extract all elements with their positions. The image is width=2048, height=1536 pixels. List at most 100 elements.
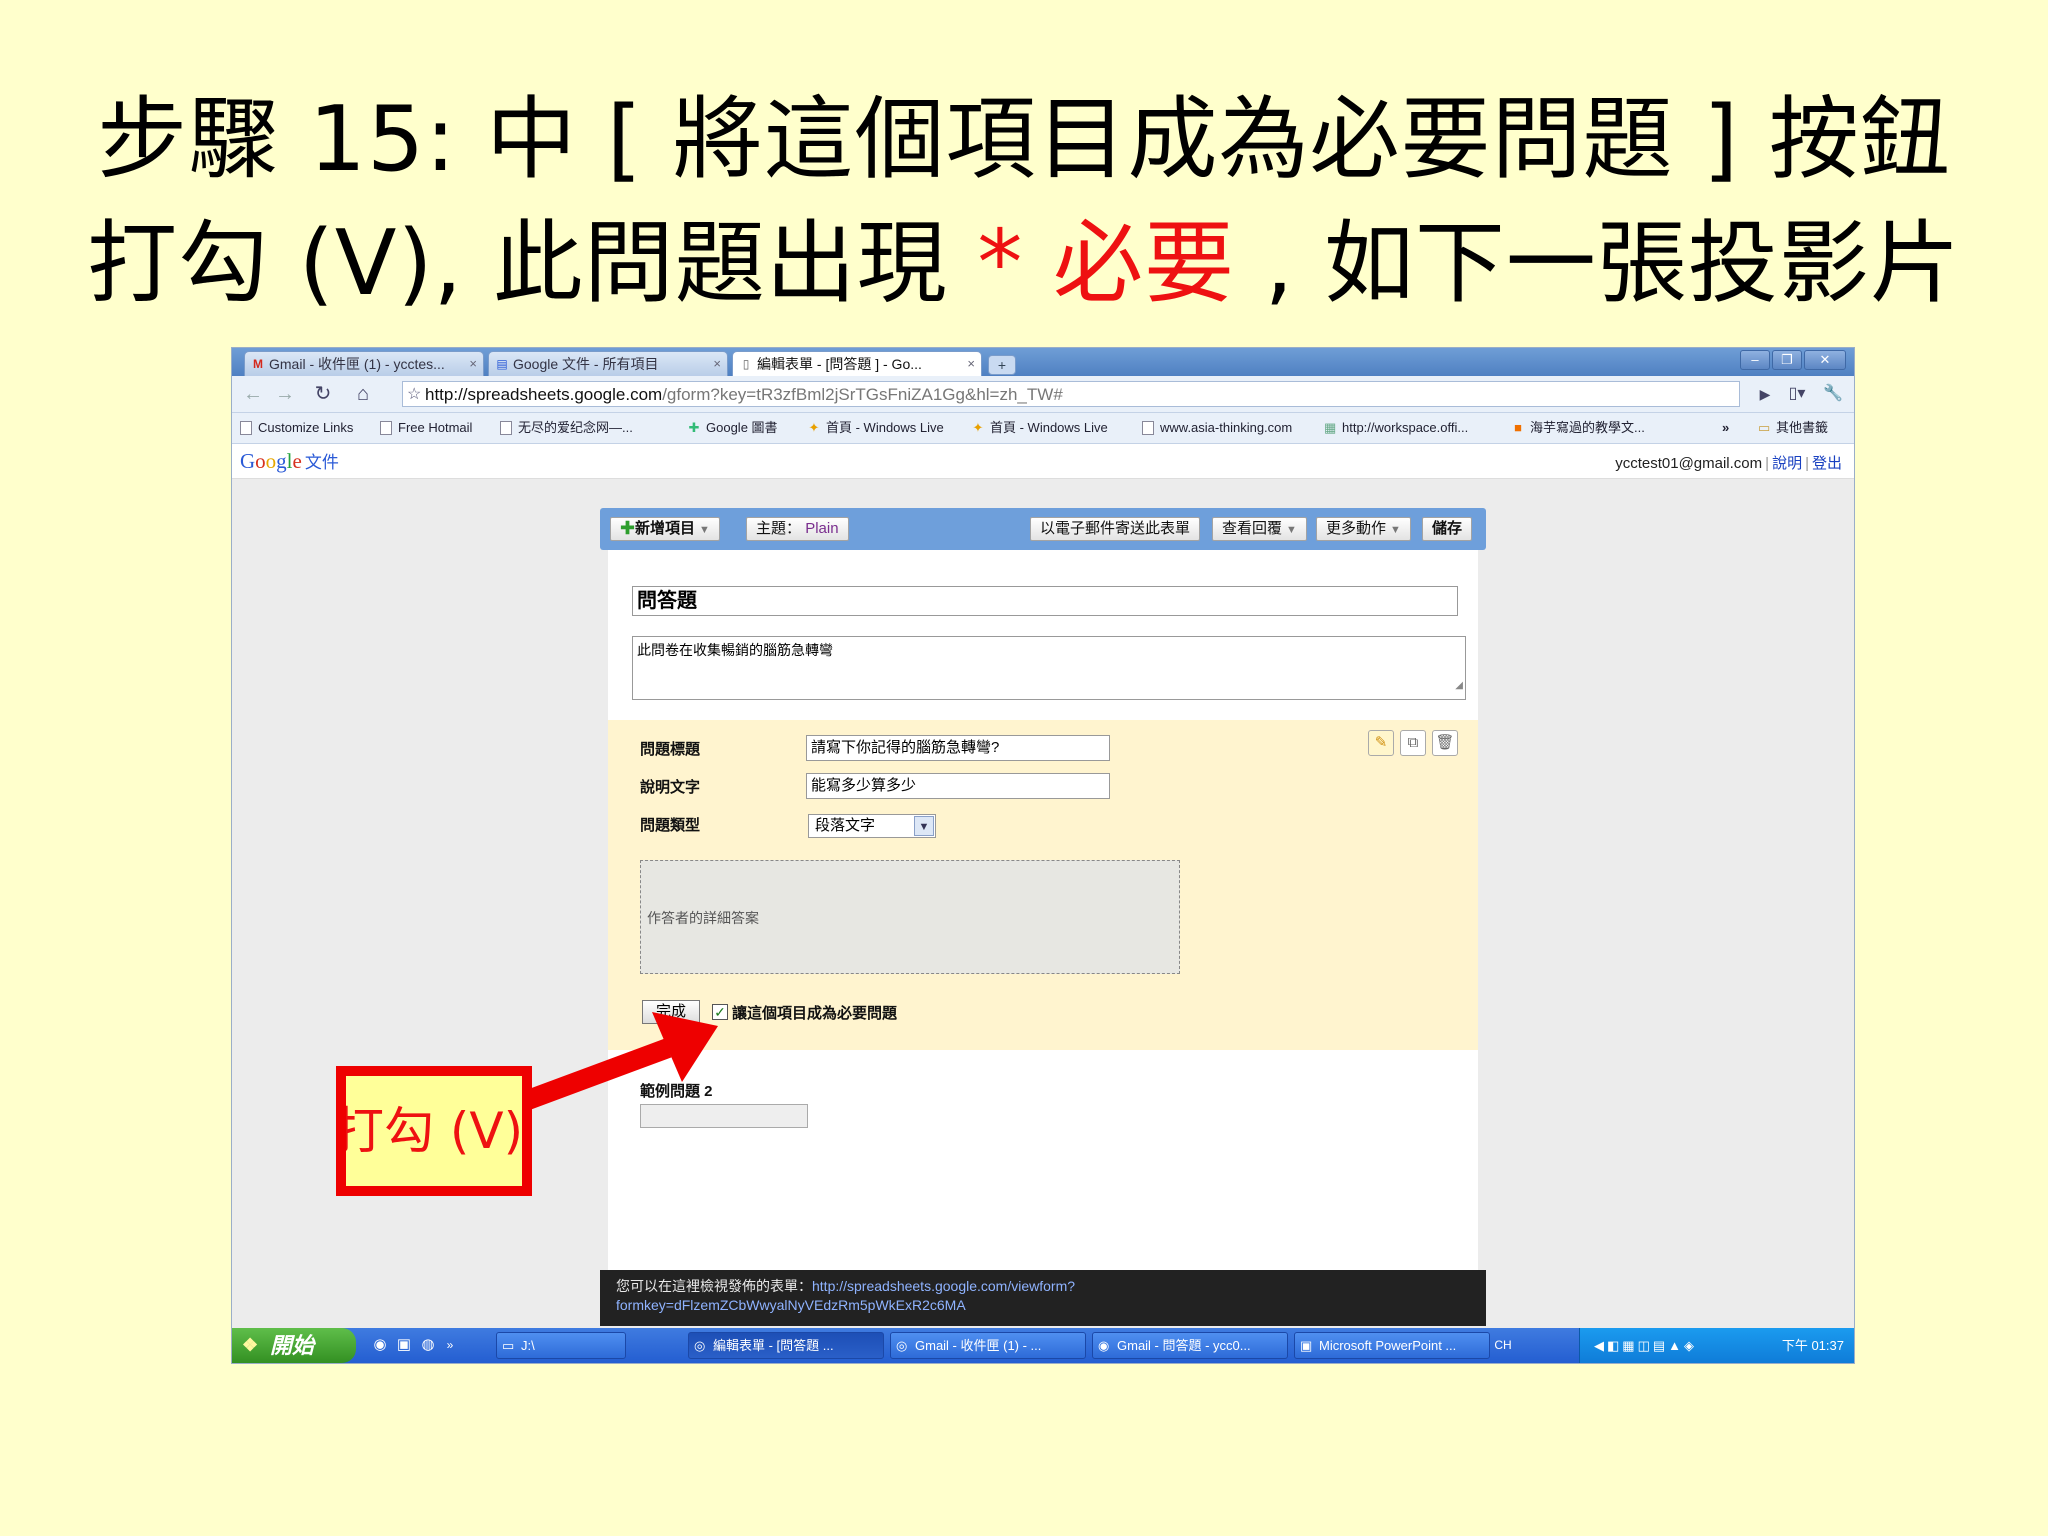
chevron-down-icon: ▼ [914, 816, 934, 836]
tab-google-docs[interactable]: ▤ Google 文件 - 所有項目 × [488, 351, 728, 376]
other-bookmarks[interactable]: ▭ 其他書籤 [1756, 413, 1828, 443]
page-menu-icon[interactable]: ▯▾ [1784, 382, 1810, 406]
browser-toolbar: ← → ↻ ⌂ ☆ http://spreadsheets.google.com… [232, 376, 1854, 413]
page-icon: ▯ [742, 357, 750, 371]
bookmark-item[interactable]: ✦ 首頁 - Windows Live [806, 413, 944, 443]
bookmark-item[interactable]: ✚ Google 圖書 [686, 413, 778, 443]
back-icon[interactable]: ← [240, 382, 266, 406]
language-indicator[interactable]: CH [1492, 1336, 1514, 1354]
help-text-label: 說明文字 [640, 779, 701, 796]
page-icon [240, 421, 252, 435]
system-tray: CH ◀◧▦◫▤▲◈ 下午 01:37 [1494, 1328, 1854, 1363]
question-editor: ✎ ⧉ 🗑 問題標題 請寫下你記得的腦筋急轉彎? 說明文字 能寫多少算多少 問題類型… [608, 720, 1478, 1050]
docs-icon: ▤ [496, 357, 508, 371]
bookmark-item[interactable]: 无尽的爱纪念网—... [498, 413, 633, 443]
slide-title-required-text: * 必要 [977, 211, 1235, 316]
email-form-button[interactable]: 以電子郵件寄送此表單 [1030, 517, 1201, 541]
play-icon[interactable]: ▶ [1752, 382, 1778, 406]
sample-question-input [640, 1104, 808, 1128]
start-button[interactable]: ❖ 開始 [232, 1328, 356, 1363]
windows-live-icon: ✦ [972, 420, 984, 435]
done-button[interactable]: 完成 [642, 1000, 700, 1024]
quicklaunch-icon[interactable]: ◉ [370, 1335, 390, 1355]
help-text-input[interactable]: 能寫多少算多少 [806, 773, 1110, 799]
close-icon[interactable]: × [713, 352, 721, 376]
form-description-input[interactable]: 此問卷在收集暢銷的腦筋急轉彎 ◢ [632, 636, 1466, 700]
chevron-down-icon: ▼ [1286, 524, 1297, 536]
quicklaunch-icon[interactable]: ◍ [418, 1335, 438, 1355]
home-icon[interactable]: ⌂ [350, 382, 376, 406]
published-form-link[interactable]: http://spreadsheets.google.com/viewform? [812, 1278, 1075, 1294]
required-checkbox[interactable]: ✓ [712, 1004, 728, 1020]
close-icon[interactable]: × [469, 352, 477, 376]
see-responses-button[interactable]: 查看回覆 ▼ [1212, 517, 1307, 541]
quicklaunch-icon[interactable]: ▣ [394, 1335, 414, 1355]
save-button[interactable]: 儲存 [1422, 517, 1473, 541]
theme-button[interactable]: 主題： Plain [746, 517, 849, 541]
folder-icon: ▭ [1758, 420, 1771, 435]
tab-gmail-label: Gmail - 收件匣 (1) - ycctes... [269, 356, 445, 372]
bookmarks-bar: Customize Links Free Hotmail 无尽的爱纪念网—...… [232, 413, 1854, 444]
tab-edit-form[interactable]: ▯ 編輯表單 - [問答題 ] - Go... × [732, 351, 982, 376]
taskbar-item[interactable]: ◎ Gmail - 收件匣 (1) - ... [890, 1332, 1086, 1359]
reload-icon[interactable]: ↻ [310, 382, 336, 406]
slide-title-line2-b: , 如下一張投影片 [1235, 211, 1961, 316]
window-close-button[interactable]: ✕ [1804, 350, 1846, 370]
restore-button[interactable]: ❐ [1772, 350, 1802, 370]
bookmark-item[interactable]: ✦ 首頁 - Windows Live [970, 413, 1108, 443]
url-host: http://spreadsheets.google.com [425, 385, 663, 404]
taskbar-folder[interactable]: ▭ J:\ [496, 1332, 626, 1359]
url-path: /gform?key=tR3zfBml2jSrTGsFniZA1Gg&hl=zh… [662, 385, 1063, 404]
browser-screenshot: M Gmail - 收件匣 (1) - ycctes... × ▤ Google… [232, 348, 1854, 1363]
question-tools: ✎ ⧉ 🗑 [1362, 730, 1458, 756]
taskbar-item[interactable]: ◎ 編輯表單 - [問答題 ... [688, 1332, 884, 1359]
required-checkbox-label[interactable]: 讓這個項目成為必要問題 [732, 1002, 897, 1023]
close-icon[interactable]: × [967, 352, 975, 376]
question-type-label: 問題類型 [640, 817, 701, 834]
bookmarks-overflow[interactable]: » [1722, 413, 1729, 443]
tab-gmail[interactable]: M Gmail - 收件匣 (1) - ycctes... × [244, 351, 484, 376]
add-item-button[interactable]: ✚新增項目 ▼ [610, 517, 720, 541]
published-form-bar: 您可以在這裡檢視發佈的表單：http://spreadsheets.google… [600, 1270, 1486, 1326]
form-title-input[interactable]: 問答題 [632, 586, 1458, 616]
window-controls: – ❐ ✕ [1738, 350, 1846, 370]
chevron-down-icon: ▼ [1390, 524, 1401, 536]
sample-question-title: 範例問題 2 [640, 1083, 713, 1100]
bookmark-item[interactable]: Free Hotmail [378, 413, 472, 443]
page-icon [500, 421, 512, 435]
slide-title-line2: 打勾 (V), 此問題出現 * 必要 , 如下一張投影片 [0, 202, 2048, 326]
slide-title: 步驟 15: 中 [ 將這個項目成為必要問題 ] 按鈕 打勾 (V), 此問題出… [0, 78, 2048, 326]
question-type-select[interactable]: 段落文字 ▼ [808, 814, 936, 838]
form-toolbar: ✚新增項目 ▼ 主題： Plain 以電子郵件寄送此表單 查看回覆 ▼ 更多動作 ▼ … [600, 508, 1486, 550]
google-docs-logo[interactable]: Google 文件 [240, 448, 339, 476]
bookmark-item[interactable]: ▦ http://workspace.offi... [1322, 413, 1468, 443]
bookmark-item[interactable]: Customize Links [238, 413, 353, 443]
address-bar[interactable]: ☆ http://spreadsheets.google.com/gform?k… [402, 381, 1740, 407]
tab-edit-form-label: 編輯表單 - [問答題 ] - Go... [757, 356, 922, 372]
taskbar-item[interactable]: ◉ Gmail - 問答題 - ycc0... [1092, 1332, 1288, 1359]
trash-icon[interactable]: 🗑 [1432, 730, 1458, 756]
tray-icons[interactable]: ◀◧▦◫▤▲◈ [1594, 1328, 1697, 1363]
question-title-input[interactable]: 請寫下你記得的腦筋急轉彎? [806, 735, 1110, 761]
more-actions-button[interactable]: 更多動作 ▼ [1316, 517, 1411, 541]
slide-title-line1: 步驟 15: 中 [ 將這個項目成為必要問題 ] 按鈕 [97, 87, 1951, 192]
taskbar-item[interactable]: ▣ Microsoft PowerPoint ... [1294, 1332, 1490, 1359]
clock: 下午 01:37 [1781, 1338, 1844, 1353]
published-form-link-cont[interactable]: formkey=dFlzemZCbWwyalNyVEdzRm5pWkExR2c6… [616, 1297, 966, 1313]
bookmark-item[interactable]: ■ 海芋寫過的教學文... [1510, 413, 1645, 443]
help-link[interactable]: 說明 [1772, 455, 1802, 472]
windows-taskbar: ❖ 開始 ◉ ▣ ◍ » ▭ J:\ ◎ 編輯表單 - [問答題 ... ◎ Gmail… [232, 1328, 1854, 1363]
signout-link[interactable]: 登出 [1812, 455, 1842, 472]
wrench-icon[interactable]: 🔧 [1820, 382, 1846, 406]
page-icon [380, 421, 392, 435]
bookmark-item[interactable]: www.asia-thinking.com [1140, 413, 1292, 443]
duplicate-icon[interactable]: ⧉ [1400, 730, 1426, 756]
resize-grip-icon[interactable]: ◢ [1455, 675, 1463, 697]
pencil-icon[interactable]: ✎ [1368, 730, 1394, 756]
forward-icon[interactable]: → [272, 382, 298, 406]
quicklaunch-more-icon[interactable]: » [440, 1335, 460, 1355]
minimize-button[interactable]: – [1740, 350, 1770, 370]
new-tab-button[interactable]: + [988, 355, 1016, 375]
chrome-icon: ◎ [694, 1338, 706, 1353]
bookmark-star-icon[interactable]: ☆ [407, 382, 421, 406]
